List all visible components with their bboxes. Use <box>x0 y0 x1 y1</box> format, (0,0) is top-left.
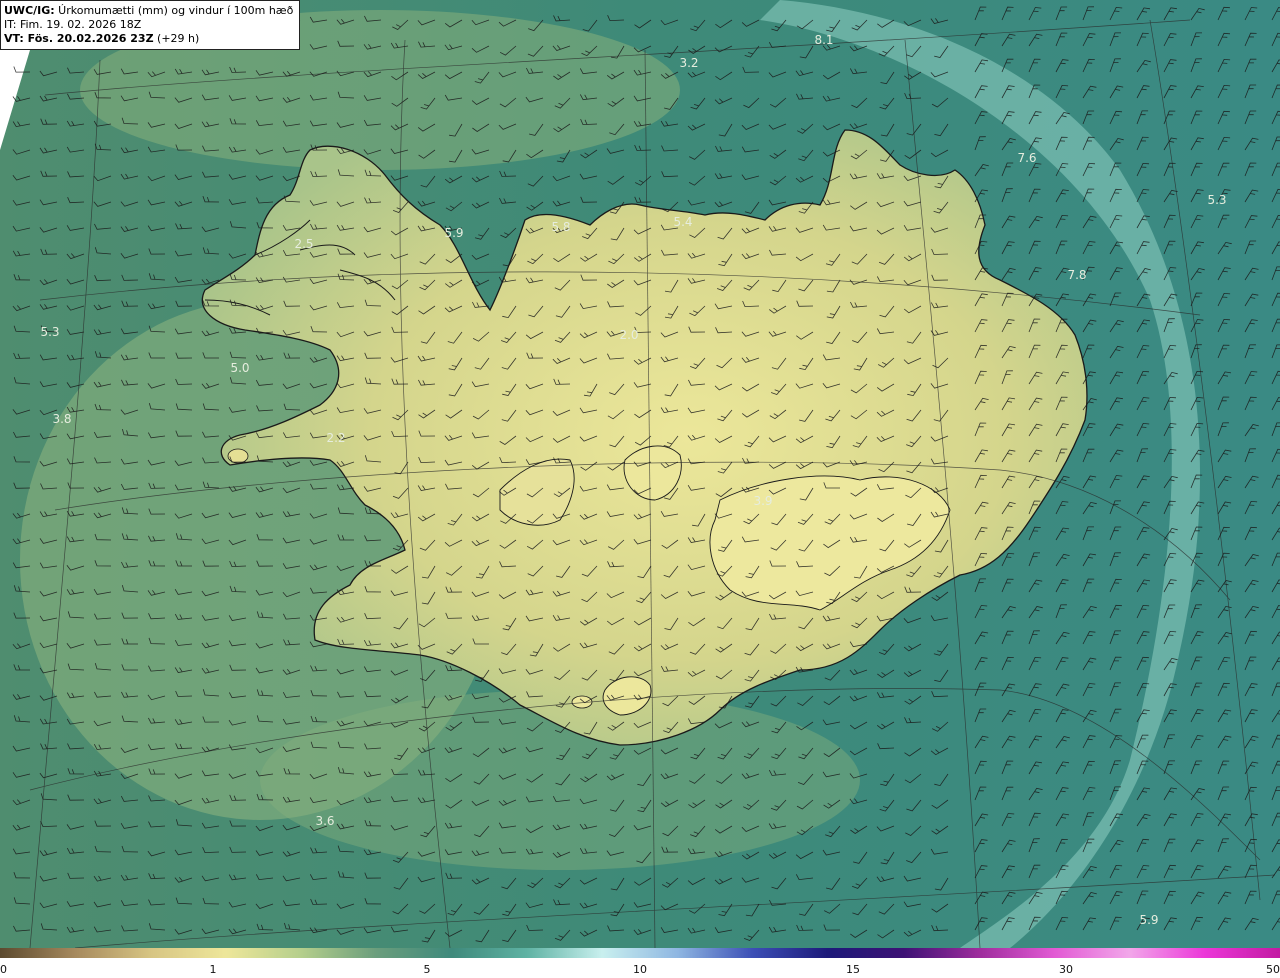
color-scale-ticks: 0 1 5 10 15 30 50 <box>0 960 1280 978</box>
value-label: 3.6 <box>315 814 334 828</box>
value-label: 7.6 <box>1017 151 1036 165</box>
glacier-snaefellsjokull <box>227 448 249 464</box>
value-label: 5.0 <box>230 361 249 375</box>
model-name: UWC/IG: <box>4 4 55 17</box>
value-label: 2.2 <box>326 431 345 445</box>
map-info-box: UWC/IG: Úrkomumætti (mm) og vindur í 100… <box>0 0 301 50</box>
init-time: IT: Fim. 19. 02. 2026 18Z <box>4 18 142 31</box>
value-label: 3.2 <box>679 56 698 70</box>
color-scale-tick-label: 5 <box>423 963 431 976</box>
value-label: 5.3 <box>1207 193 1226 207</box>
value-label: 7.8 <box>1067 268 1086 282</box>
color-scale-tick-label: 30 <box>1059 963 1073 976</box>
value-label: 2.5 <box>294 237 313 251</box>
value-label: 5.9 <box>1139 913 1158 927</box>
lead-time: (+29 h) <box>153 32 200 45</box>
title-line: UWC/IG: Úrkomumætti (mm) og vindur í 100… <box>4 4 293 18</box>
color-scale-tick-label: 50 <box>1266 963 1280 976</box>
value-label: 5.8 <box>551 220 570 234</box>
value-label: 8.1 <box>814 33 833 47</box>
color-scale-tick-label: 0 <box>0 963 7 976</box>
product-title: Úrkomumætti (mm) og vindur í 100m hæð <box>54 4 294 17</box>
value-label: 5.3 <box>40 325 59 339</box>
color-scale-tick-label: 15 <box>846 963 860 976</box>
value-label: 5.9 <box>444 226 463 240</box>
value-label: 3.9 <box>753 494 772 508</box>
color-scale-bar <box>0 948 1280 958</box>
value-label: 3.8 <box>52 412 71 426</box>
valid-time-line: VT: Fös. 20.02.2026 23Z (+29 h) <box>4 32 293 46</box>
valid-time: Fös. 20.02.2026 23Z <box>27 32 154 45</box>
valid-prefix: VT: <box>4 32 28 45</box>
value-label: 5.4 <box>673 215 692 229</box>
color-scale-tick-label: 1 <box>209 963 217 976</box>
weather-map: 8.1 3.2 7.6 5.3 5.4 5.8 5.9 2.5 7.8 5.3 5.0 3.8 2.0 2… <box>0 0 1280 948</box>
color-scale-tick-label: 10 <box>633 963 647 976</box>
value-label: 2.0 <box>619 328 638 342</box>
